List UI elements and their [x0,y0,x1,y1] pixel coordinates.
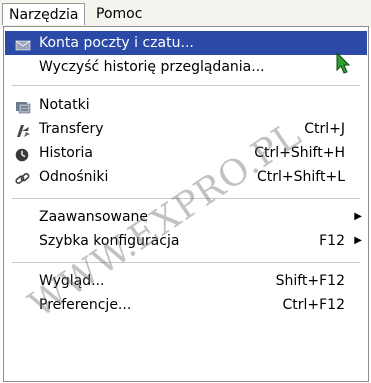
menu-pomoc[interactable]: Pomoc [90,3,148,25]
menu-item-label: Wygląd... [39,273,105,289]
shortcut-label: Ctrl+Shift+L [257,169,345,185]
menu-item-label: Preferencje... [39,297,132,313]
menu-item-label: Odnośniki [39,169,109,185]
menu-narzedzia[interactable]: Narzędzia [2,3,86,25]
menu-item-links[interactable]: Odnośniki Ctrl+Shift+L [5,165,367,189]
shortcut-label: Ctrl+F12 [282,297,345,313]
notes-icon [15,98,31,114]
menu-item-label: Transfery [39,121,104,137]
shortcut-label: Shift+F12 [275,273,345,289]
submenu-arrow-icon: ▶ [354,211,362,222]
link-icon [15,170,31,184]
separator [12,85,360,86]
menu-item-label: Zaawansowane [39,209,149,225]
menu-item-preferences[interactable]: Preferencje... Ctrl+F12 [5,293,367,317]
submenu-arrow-icon: ▶ [354,235,362,246]
menu-item-transfers[interactable]: Transfery Ctrl+J [5,117,367,141]
menu-item-label: Notatki [39,97,90,113]
menu-item-history[interactable]: Historia Ctrl+Shift+H [5,141,367,165]
shortcut-label: Ctrl+Shift+H [254,145,345,161]
transfer-icon [15,122,31,137]
menu-item-notes[interactable]: Notatki [5,93,367,117]
mail-icon [15,36,31,51]
menu-item-quick-config[interactable]: Szybka konfiguracja F12 ▶ [5,229,367,253]
menu-item-label: Historia [39,145,93,161]
shortcut-label: Ctrl+J [304,121,345,137]
menu-item-mail-chat-accounts[interactable]: Konta poczty i czatu... [5,31,367,55]
separator [12,198,360,199]
clock-icon [15,146,31,162]
menu-item-advanced[interactable]: Zaawansowane ▶ [5,205,367,229]
mouse-cursor-icon [336,52,351,74]
menu-item-appearance[interactable]: Wygląd... Shift+F12 [5,269,367,293]
menu-bar: Narzędzia Pomoc [0,0,371,28]
shortcut-label: F12 [319,233,345,249]
menu-item-clear-history[interactable]: Wyczyść historię przeglądania... [5,55,367,79]
menu-item-label: Szybka konfiguracja [39,233,180,249]
menu-item-label: Wyczyść historię przeglądania... [39,59,265,75]
separator [12,262,360,263]
menu-item-label: Konta poczty i czatu... [39,35,194,51]
tools-dropdown-menu: Konta poczty i czatu... Wyczyść historię… [3,26,369,382]
